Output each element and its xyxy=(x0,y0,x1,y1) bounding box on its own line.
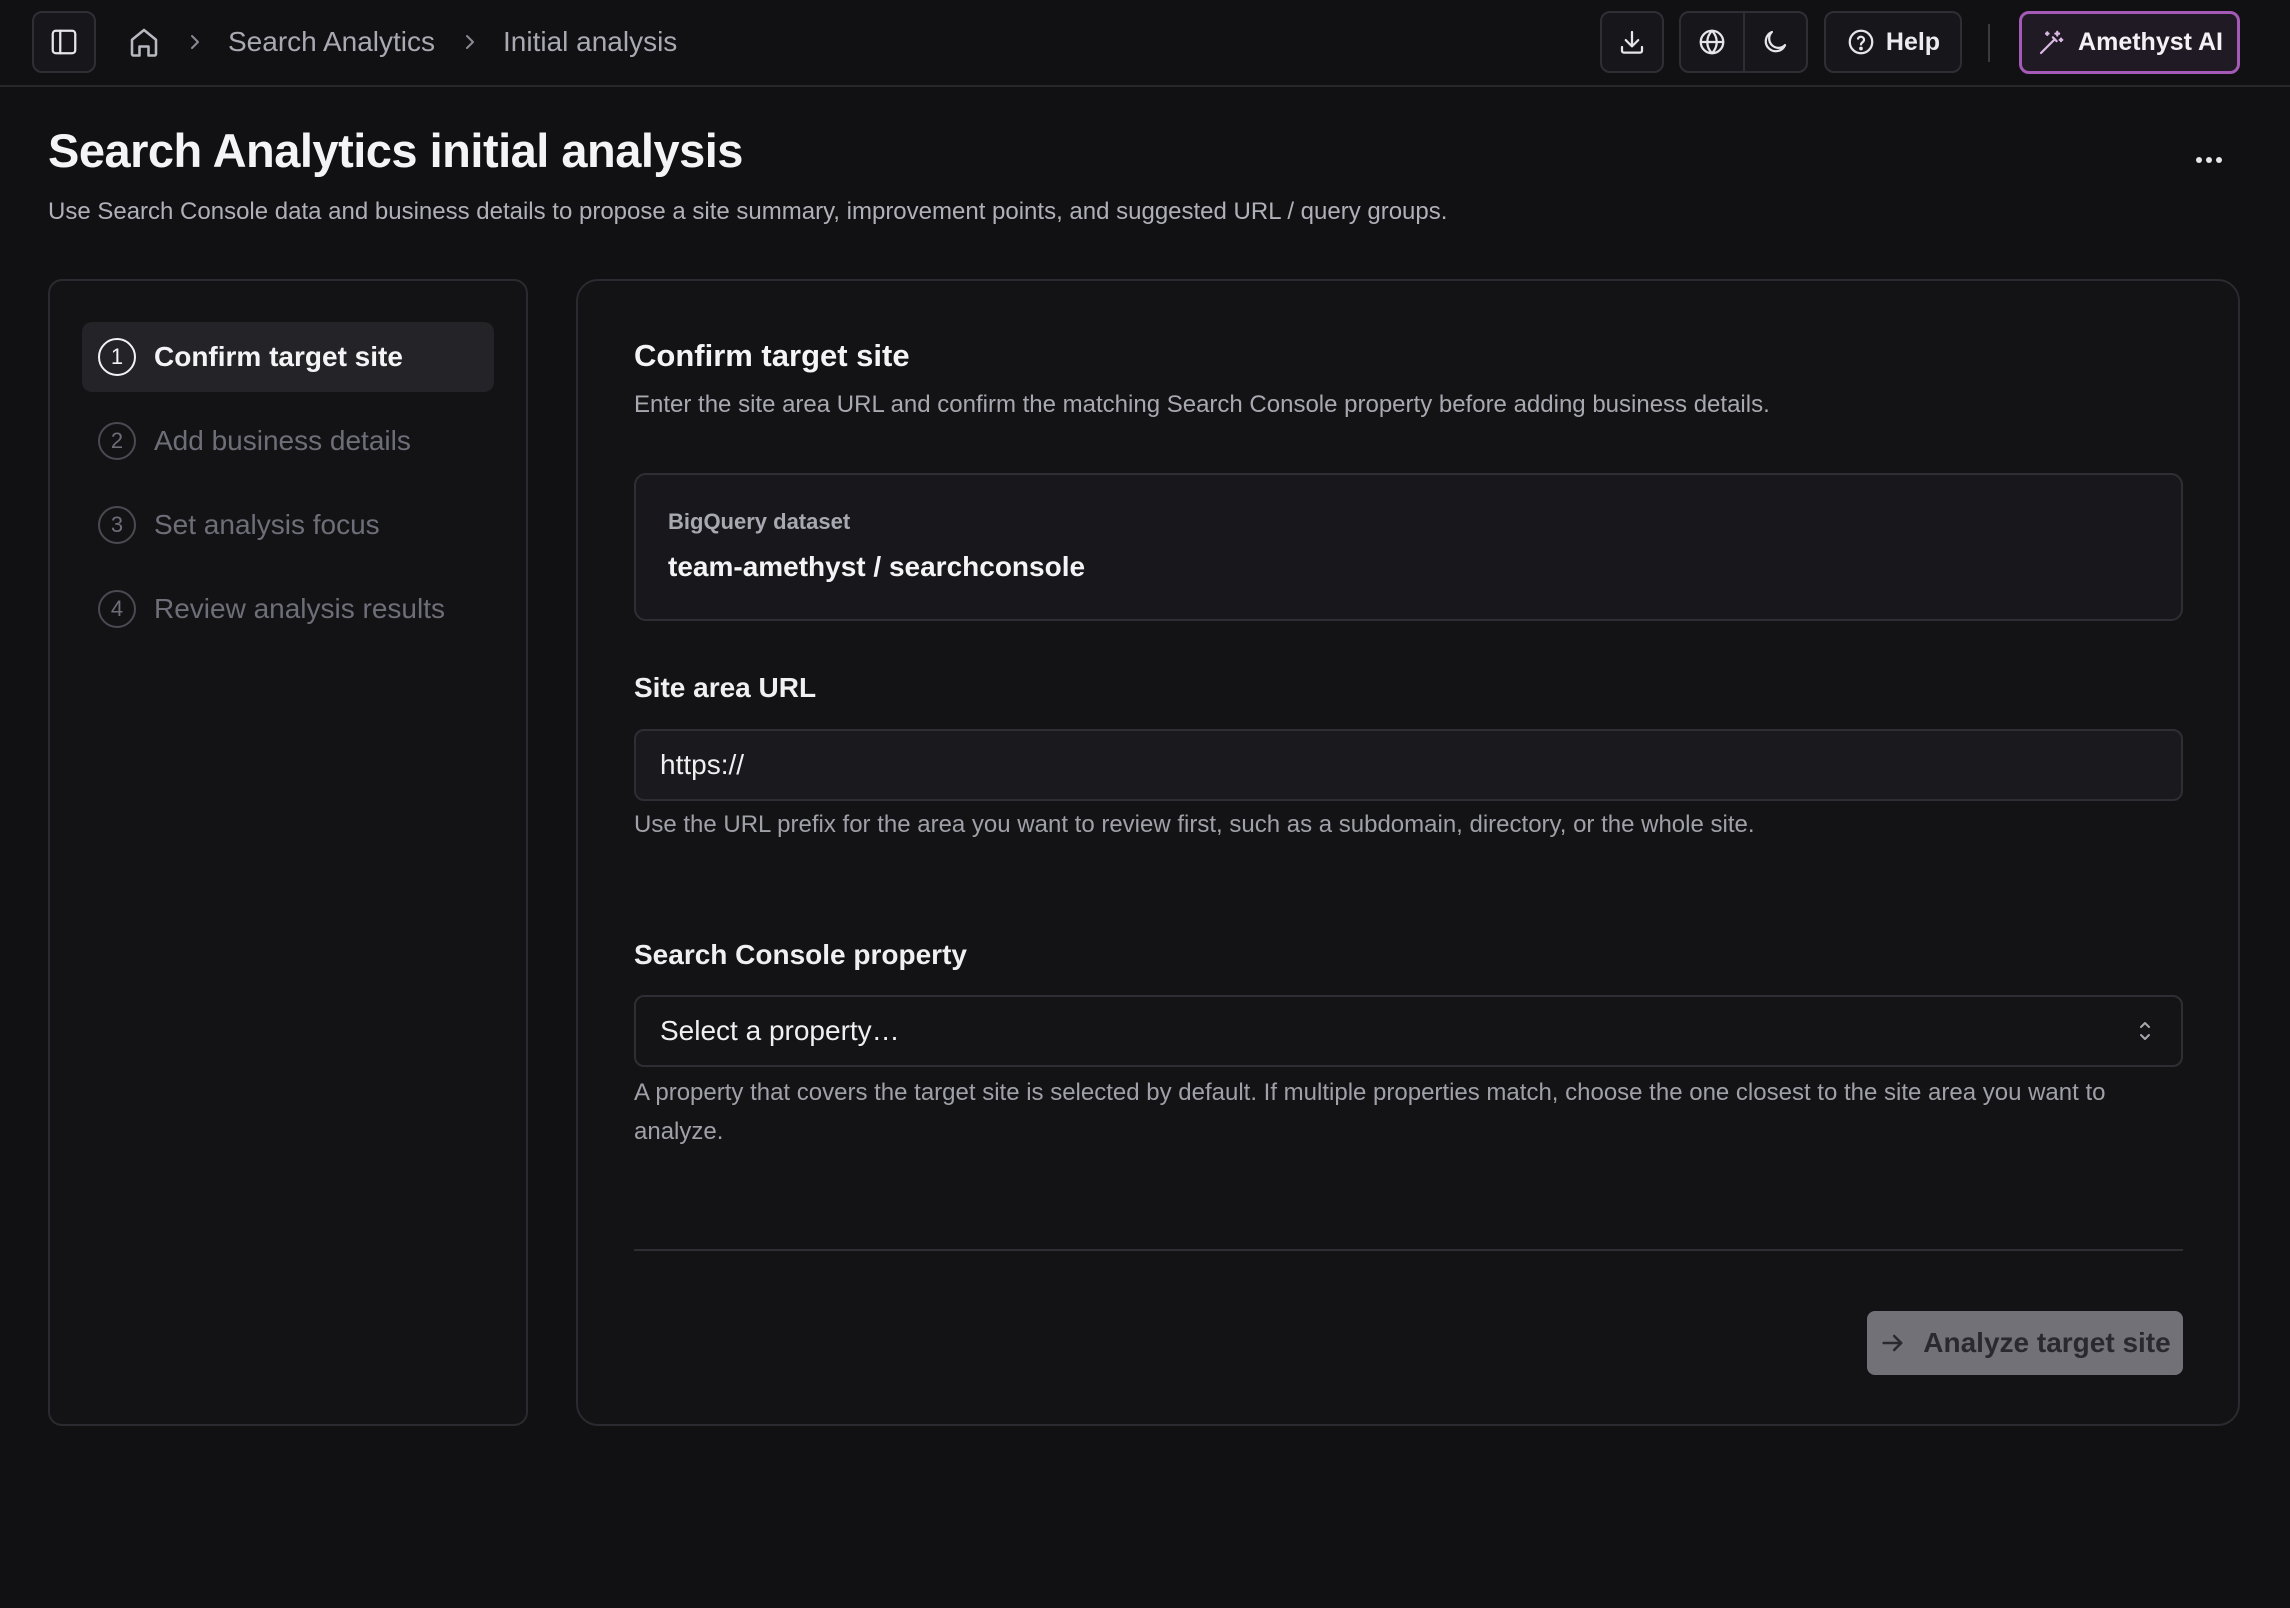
step-label: Add business details xyxy=(154,425,411,456)
property-label: Search Console property xyxy=(634,939,967,970)
step-set-analysis-focus[interactable]: 3 Set analysis focus xyxy=(82,490,494,560)
card-title: Confirm target site xyxy=(634,338,910,373)
moon-icon xyxy=(1760,27,1790,57)
steps-panel: 1 Confirm target site 2 Add business det… xyxy=(48,279,528,1426)
magic-wand-icon xyxy=(2036,28,2066,58)
step-label: Review analysis results xyxy=(154,593,445,624)
home-icon[interactable] xyxy=(126,24,162,60)
chevrons-up-down-icon xyxy=(2133,1017,2157,1045)
step-label: Confirm target site xyxy=(154,341,403,372)
card-description: Enter the site area URL and confirm the … xyxy=(634,391,1770,418)
help-button[interactable]: Help xyxy=(1824,11,1962,73)
property-select-value: Select a property… xyxy=(660,1015,900,1046)
card-divider xyxy=(634,1249,2183,1251)
step-number: 1 xyxy=(98,338,136,376)
breadcrumb-search-analytics[interactable]: Search Analytics xyxy=(228,24,435,60)
step-number: 3 xyxy=(98,506,136,544)
chevron-right-icon xyxy=(183,30,207,54)
confirm-target-site-card: Confirm target site Enter the site area … xyxy=(576,279,2240,1426)
property-select[interactable]: Select a property… xyxy=(634,995,2183,1067)
download-icon xyxy=(1617,27,1647,57)
help-circle-icon xyxy=(1846,27,1876,57)
theme-toggle-button[interactable] xyxy=(1742,13,1807,71)
breadcrumb-current: Initial analysis xyxy=(503,26,678,57)
top-bar: Search Analytics Initial analysis Help A… xyxy=(0,0,2290,87)
bigquery-dataset-box: BigQuery dataset team-amethyst / searchc… xyxy=(634,473,2183,621)
download-button[interactable] xyxy=(1600,11,1664,73)
step-number: 2 xyxy=(98,422,136,460)
more-options-button[interactable] xyxy=(2185,140,2233,180)
dataset-label: BigQuery dataset xyxy=(668,509,851,534)
more-horizontal-icon xyxy=(2194,155,2224,165)
toolbar-divider xyxy=(1988,24,1990,62)
analyze-button-label: Analyze target site xyxy=(1923,1327,2171,1358)
step-review-analysis-results[interactable]: 4 Review analysis results xyxy=(82,574,494,644)
property-hint: A property that covers the target site i… xyxy=(634,1079,2106,1145)
sidebar-toggle-button[interactable] xyxy=(32,11,96,73)
chevron-right-icon xyxy=(458,30,482,54)
site-url-label: Site area URL xyxy=(634,672,817,703)
site-url-hint: Use the URL prefix for the area you want… xyxy=(634,811,1755,838)
display-settings-group xyxy=(1679,11,1808,73)
ai-label: Amethyst AI xyxy=(2078,28,2223,56)
step-confirm-target-site[interactable]: 1 Confirm target site xyxy=(82,322,494,392)
page-title: Search Analytics initial analysis xyxy=(48,124,743,177)
analyze-target-site-button[interactable]: Analyze target site xyxy=(1867,1311,2183,1375)
site-url-input[interactable] xyxy=(634,729,2183,801)
help-label: Help xyxy=(1885,27,1941,56)
dataset-value: team-amethyst / searchconsole xyxy=(668,551,1086,582)
step-number: 4 xyxy=(98,590,136,628)
page-description: Use Search Console data and business det… xyxy=(48,198,1448,225)
globe-icon xyxy=(1697,27,1727,57)
step-add-business-details[interactable]: 2 Add business details xyxy=(82,406,494,476)
sidebar-icon xyxy=(49,27,79,57)
amethyst-ai-button[interactable]: Amethyst AI xyxy=(2019,11,2240,74)
language-button[interactable] xyxy=(1681,13,1743,71)
step-label: Set analysis focus xyxy=(154,509,380,540)
arrow-right-icon xyxy=(1879,1329,1907,1357)
